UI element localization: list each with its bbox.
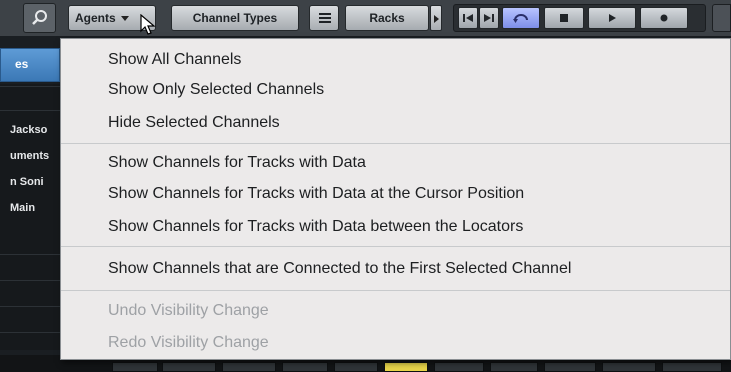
- stop-button[interactable]: [544, 7, 584, 29]
- cycle-button[interactable]: [502, 7, 540, 29]
- channel-slot-active[interactable]: [384, 362, 428, 372]
- menu-item-redo-visibility-change: Redo Visibility Change: [108, 334, 269, 351]
- menu-separator: [61, 246, 730, 247]
- channel-slot[interactable]: [544, 362, 596, 372]
- go-to-start-button[interactable]: [458, 7, 478, 29]
- channel-list-item[interactable]: n Soni: [10, 176, 60, 188]
- record-button[interactable]: [640, 7, 688, 29]
- channel-slot[interactable]: [112, 362, 158, 372]
- channel-types-button[interactable]: Channel Types: [171, 5, 299, 31]
- channel-slot[interactable]: [162, 362, 216, 372]
- play-button[interactable]: [588, 7, 636, 29]
- search-icon: [32, 10, 47, 25]
- record-icon: [660, 14, 668, 22]
- menu-item-undo-visibility-change: Undo Visibility Change: [108, 302, 269, 319]
- toolbar-overflow-button[interactable]: [712, 4, 731, 32]
- menu-item-show-channels-connected-to-first-selected[interactable]: Show Channels that are Connected to the …: [108, 257, 571, 281]
- menu-item-show-channels-data-at-cursor[interactable]: Show Channels for Tracks with Data at th…: [108, 182, 524, 206]
- channel-settings-button[interactable]: [309, 5, 339, 31]
- menu-item-show-channels-tracks-with-data[interactable]: Show Channels for Tracks with Data: [108, 151, 366, 175]
- divider: [0, 254, 60, 255]
- left-zone-tab-label: es: [15, 57, 29, 71]
- channel-slot[interactable]: [222, 362, 276, 372]
- play-icon: [609, 14, 616, 22]
- go-to-end-icon: [484, 14, 494, 22]
- go-to-start-icon: [463, 14, 473, 22]
- toolbar: Agents Channel Types Racks: [0, 0, 731, 36]
- divider: [0, 280, 60, 281]
- menu-item-show-only-selected-channels[interactable]: Show Only Selected Channels: [108, 78, 324, 102]
- menu-icon: [319, 13, 331, 15]
- channel-types-label: Channel Types: [192, 11, 278, 25]
- divider: [0, 306, 60, 307]
- menu-separator: [61, 290, 730, 291]
- channel-slot[interactable]: [434, 362, 484, 372]
- stop-icon: [560, 14, 568, 22]
- divider: [0, 86, 60, 87]
- transport-bar: [453, 4, 706, 32]
- go-to-end-button[interactable]: [479, 7, 499, 29]
- channel-list-item[interactable]: Jackso: [10, 124, 60, 136]
- channel-slot[interactable]: [282, 362, 328, 372]
- cycle-icon: [513, 14, 528, 23]
- search-button[interactable]: [23, 3, 56, 33]
- left-zone-tab[interactable]: es: [0, 48, 60, 82]
- channel-list-item[interactable]: uments: [10, 150, 60, 162]
- menu-item-hide-selected-channels[interactable]: Hide Selected Channels: [108, 111, 280, 135]
- channel-list-panel: Jackso uments n Soni Main: [0, 84, 60, 350]
- mouse-cursor-icon: [140, 14, 156, 35]
- agents-label: Agents: [75, 11, 116, 25]
- racks-expand-button[interactable]: [430, 5, 442, 31]
- racks-label: Racks: [369, 11, 405, 25]
- chevron-down-icon: [120, 16, 129, 22]
- channel-slot[interactable]: [662, 362, 722, 372]
- divider: [0, 110, 60, 111]
- menu-item-show-channels-data-between-locators[interactable]: Show Channels for Tracks with Data betwe…: [108, 215, 523, 239]
- channel-slot[interactable]: [490, 362, 538, 372]
- divider: [0, 332, 60, 333]
- racks-button[interactable]: Racks: [345, 5, 429, 31]
- menu-item-show-all-channels[interactable]: Show All Channels: [108, 48, 241, 72]
- channel-slot[interactable]: [334, 362, 378, 372]
- channel-list-item[interactable]: Main: [10, 202, 60, 214]
- channel-slot[interactable]: [602, 362, 656, 372]
- menu-separator: [61, 143, 730, 144]
- agents-dropdown-menu: Show All Channels Show Only Selected Cha…: [60, 38, 731, 360]
